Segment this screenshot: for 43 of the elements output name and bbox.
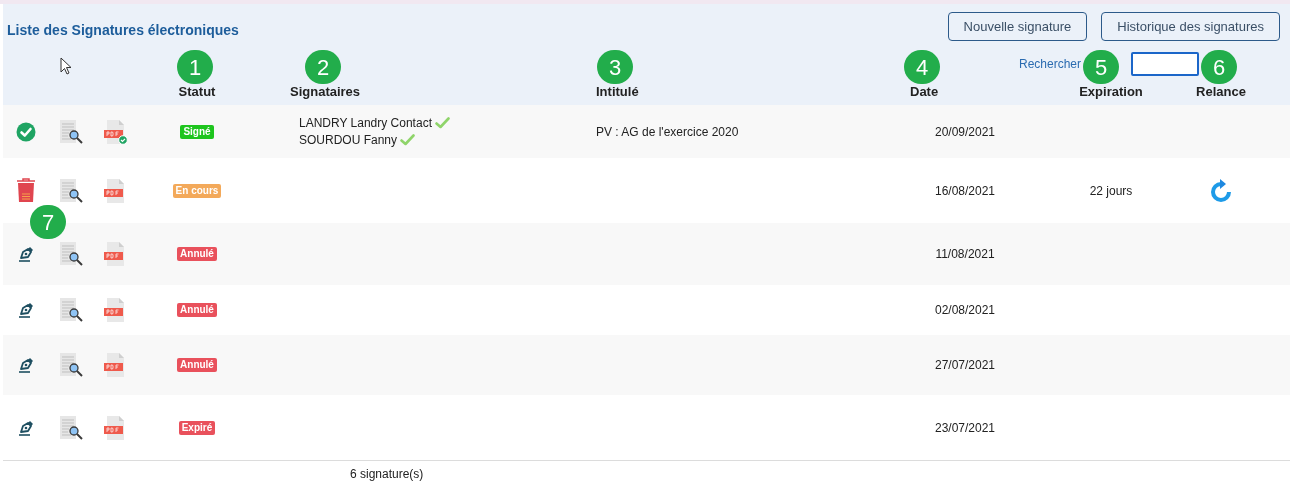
signatory-name: LANDRY Landry Contact bbox=[299, 114, 432, 132]
document-preview-icon[interactable] bbox=[59, 415, 83, 440]
pen-icon[interactable] bbox=[18, 357, 34, 373]
status-badge: Annulé bbox=[177, 247, 217, 261]
check-circle-icon[interactable] bbox=[16, 121, 36, 142]
row-count: 6 signature(s) bbox=[350, 466, 424, 483]
expiration-text: 22 jours bbox=[1089, 183, 1133, 198]
column-header: Intitulé bbox=[596, 83, 639, 99]
document-preview-icon[interactable] bbox=[59, 242, 83, 266]
date-text: 20/09/2021 bbox=[934, 124, 996, 139]
date-text: 27/07/2021 bbox=[934, 358, 996, 372]
search-label: Rechercher bbox=[1018, 56, 1081, 73]
cursor-icon bbox=[60, 57, 72, 75]
pdf-file-icon[interactable] bbox=[103, 118, 128, 145]
status-badge: Signé bbox=[180, 124, 214, 139]
document-preview-icon[interactable] bbox=[59, 178, 83, 203]
date-text: 16/08/2021 bbox=[934, 183, 996, 198]
column-header: Relance bbox=[1196, 83, 1246, 99]
search-field[interactable] bbox=[1131, 52, 1199, 76]
column-header: Date bbox=[910, 83, 939, 99]
pen-icon[interactable] bbox=[18, 302, 34, 318]
status-badge: Annulé bbox=[177, 358, 217, 372]
date-text: 11/08/2021 bbox=[935, 247, 995, 261]
page-title: Liste des Signatures électroniques bbox=[6, 21, 239, 40]
refresh-icon[interactable] bbox=[1210, 178, 1232, 203]
date-text: 23/07/2021 bbox=[934, 420, 996, 435]
document-preview-icon[interactable] bbox=[59, 353, 83, 377]
signatory-name: SOURDOU Fanny bbox=[299, 131, 398, 149]
trash-icon[interactable] bbox=[16, 178, 36, 203]
document-preview-icon[interactable] bbox=[59, 119, 83, 144]
status-badge: Expiré bbox=[178, 420, 216, 435]
document-title: PV : AG de l'exercice 2020 bbox=[596, 124, 739, 139]
header-button[interactable]: Nouvelle signature bbox=[947, 12, 1088, 41]
document-preview-icon[interactable] bbox=[59, 298, 83, 322]
status-badge: Annulé bbox=[177, 303, 217, 317]
pen-icon[interactable] bbox=[18, 246, 34, 262]
pen-icon[interactable] bbox=[18, 419, 34, 436]
column-header: Signataires bbox=[290, 83, 361, 99]
column-header: Statut bbox=[178, 83, 216, 99]
date-text: 02/08/2021 bbox=[934, 303, 996, 317]
status-badge: En cours bbox=[172, 183, 222, 198]
header-button[interactable]: Historique des signatures bbox=[1101, 12, 1280, 41]
column-header: Expiration bbox=[1079, 83, 1143, 99]
